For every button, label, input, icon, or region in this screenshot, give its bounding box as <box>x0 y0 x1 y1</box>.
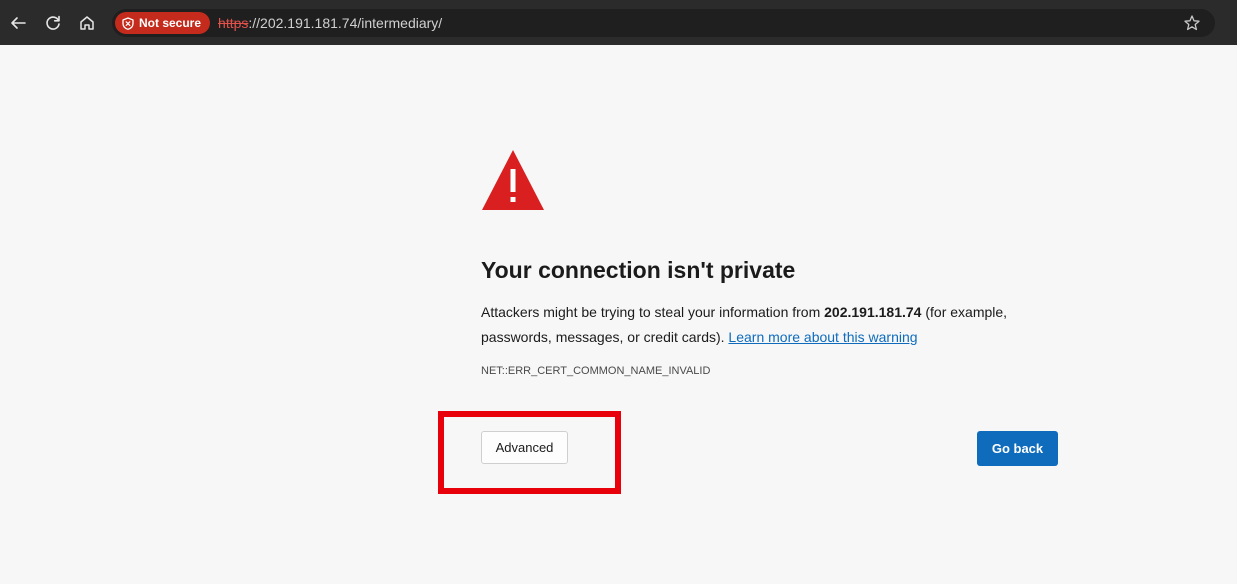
go-back-button[interactable]: Go back <box>977 431 1058 466</box>
description-part-1: Attackers might be trying to steal your … <box>481 304 825 320</box>
error-code: NET::ERR_CERT_COMMON_NAME_INVALID <box>481 365 711 377</box>
host-name: 202.191.181.74 <box>824 304 922 320</box>
warning-description: Attackers might be trying to steal your … <box>481 300 1021 350</box>
error-page: Your connection isn't private Attackers … <box>0 45 1237 584</box>
not-secure-chip[interactable]: Not secure <box>115 12 211 34</box>
page-title: Your connection isn't private <box>481 257 796 283</box>
address-bar[interactable]: Not secure https://202.191.181.74/interm… <box>112 9 1215 37</box>
warning-triangle-icon <box>482 150 544 210</box>
learn-more-link[interactable]: Learn more about this warning <box>728 329 917 345</box>
home-icon[interactable] <box>74 10 100 36</box>
url-scheme: https <box>218 15 249 31</box>
shield-warning-icon <box>122 16 134 30</box>
url-text[interactable]: https://202.191.181.74/intermediary/ <box>218 15 442 31</box>
browser-toolbar: Not secure https://202.191.181.74/interm… <box>0 0 1237 45</box>
star-icon[interactable] <box>1181 12 1203 34</box>
not-secure-label: Not secure <box>139 16 202 30</box>
highlight-annotation-box <box>438 411 621 494</box>
url-host-path: ://202.191.181.74/intermediary/ <box>248 15 443 31</box>
back-arrow-icon[interactable] <box>5 10 31 36</box>
refresh-icon[interactable] <box>40 10 66 36</box>
